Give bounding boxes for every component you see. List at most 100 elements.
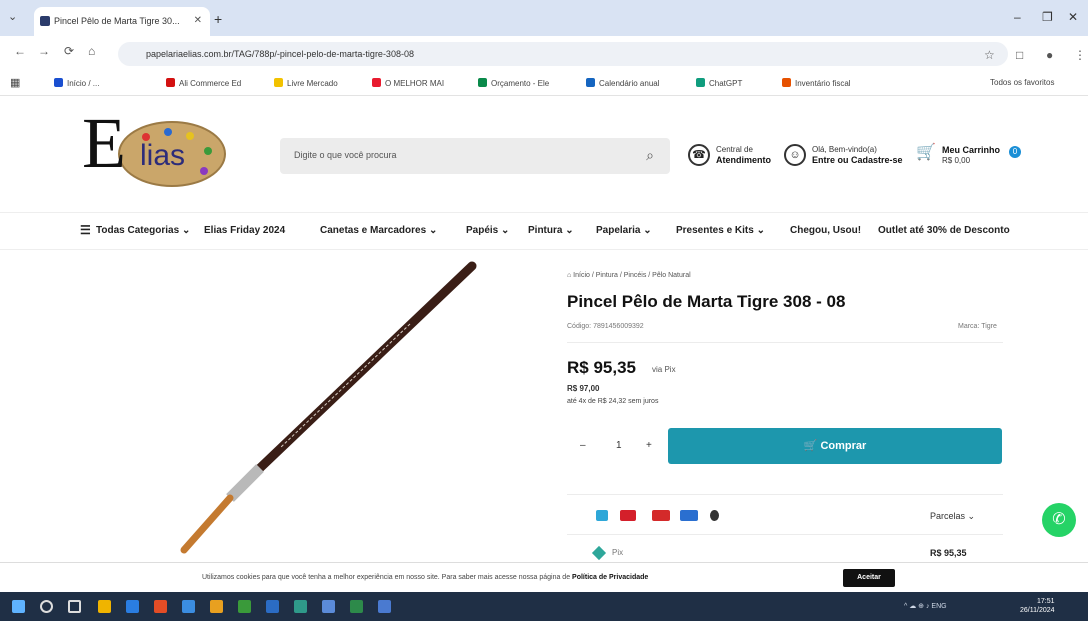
chrome-icon[interactable]: [238, 600, 251, 613]
privacy-policy-link[interactable]: Política de Privacidade: [572, 574, 648, 581]
cart-icon[interactable]: 🛒: [916, 142, 936, 162]
bookmark-item[interactable]: Início / ...: [54, 78, 99, 88]
product-code: Código: 7891456009392: [567, 323, 644, 330]
new-tab-button[interactable]: +: [214, 11, 222, 27]
extensions-icon[interactable]: □: [1016, 48, 1023, 62]
bookmark-star-icon[interactable]: ☆: [984, 48, 995, 62]
search-placeholder: Digite o que você procura: [294, 150, 397, 160]
bookmark-item[interactable]: Ali Commerce Ed: [166, 78, 241, 88]
cart-count-badge: 0: [1009, 146, 1021, 158]
product-image[interactable]: [160, 258, 500, 562]
breadcrumb[interactable]: ⌂ Início / Pintura / Pincéis / Pêlo Natu…: [567, 272, 691, 279]
word-icon[interactable]: [266, 600, 279, 613]
whatsapp-button[interactable]: ✆: [1042, 503, 1076, 537]
cookie-banner: Utilizamos cookies para que você tenha a…: [0, 562, 1088, 592]
search-icon[interactable]: [40, 600, 53, 613]
file-explorer-icon[interactable]: [98, 600, 111, 613]
qty-plus-button[interactable]: +: [646, 440, 652, 451]
store-icon[interactable]: [182, 600, 195, 613]
bookmark-item[interactable]: Orçamento - Ele: [478, 78, 549, 88]
browser-menu-icon[interactable]: ⋮: [1074, 48, 1086, 62]
bookmark-icon: [782, 78, 791, 87]
headset-icon[interactable]: ☎: [688, 144, 710, 166]
close-window-button[interactable]: ✕: [1068, 10, 1078, 24]
address-bar[interactable]: papelariaelias.com.br/TAG/788p/-pincel-p…: [118, 42, 1008, 66]
account-link[interactable]: Olá, Bem-vindo(a) Entre ou Cadastre-se: [812, 145, 903, 166]
app-icon[interactable]: [210, 600, 223, 613]
app-icon[interactable]: [378, 600, 391, 613]
tab-search-icon[interactable]: ⌄: [8, 10, 17, 23]
bookmark-item[interactable]: Livre Mercado: [274, 78, 338, 88]
nav-item-new-arrivals[interactable]: Chegou, Usou!: [790, 225, 861, 236]
bookmark-item[interactable]: O MELHOR MAI: [372, 78, 444, 88]
favicon-icon: [40, 16, 50, 26]
clock[interactable]: 17:51 26/11/2024: [1020, 597, 1055, 615]
brush-illustration: [180, 261, 477, 554]
product-brand[interactable]: Marca: Tigre: [958, 323, 997, 330]
payment-amex-icon: [596, 510, 608, 521]
qty-input[interactable]: 1: [616, 440, 622, 451]
paint-dot: [186, 132, 194, 140]
qty-minus-button[interactable]: –: [580, 440, 586, 451]
nav-item-elias-friday[interactable]: Elias Friday 2024: [204, 225, 285, 236]
profile-icon[interactable]: ●: [1046, 48, 1053, 62]
mail-icon[interactable]: [126, 600, 139, 613]
user-icon[interactable]: ☺: [784, 144, 806, 166]
search-icon[interactable]: ⌕: [646, 147, 654, 164]
tab-title: Pincel Pêlo de Marta Tigre 30...: [54, 16, 180, 26]
payment-elo-icon: [710, 510, 719, 521]
tab-close-icon[interactable]: ✕: [194, 15, 202, 26]
excel-icon[interactable]: [350, 600, 363, 613]
apps-icon[interactable]: ▦: [10, 76, 20, 89]
divider: [567, 494, 1003, 495]
bookmark-icon: [166, 78, 175, 87]
payment-visa-icon: [680, 510, 698, 521]
nav-item-painting[interactable]: Pintura ⌄: [528, 225, 574, 236]
payment-card-icon: [652, 510, 670, 521]
bookmark-icon: [372, 78, 381, 87]
pix-price: R$ 95,35: [930, 548, 967, 558]
app-icon[interactable]: [294, 600, 307, 613]
installments-dropdown[interactable]: Parcelas ⌄: [930, 511, 975, 522]
cookie-accept-button[interactable]: Aceitar: [843, 569, 895, 587]
bookmark-item[interactable]: Calendário anual: [586, 78, 660, 88]
logo-text: lias: [140, 139, 186, 172]
nav-item-all-categories[interactable]: Todas Categorias ⌄: [96, 225, 190, 236]
office-icon[interactable]: [154, 600, 167, 613]
buy-button[interactable]: 🛒 Comprar: [668, 428, 1002, 464]
forward-button[interactable]: →: [38, 44, 50, 58]
search-input[interactable]: Digite o que você procura ⌕: [280, 138, 670, 174]
price-unit: via Pix: [652, 365, 676, 374]
start-icon[interactable]: [12, 600, 25, 613]
nav-item-stationery[interactable]: Papelaria ⌄: [596, 225, 652, 236]
back-button[interactable]: ←: [14, 44, 26, 58]
bookmark-item[interactable]: Inventário fiscal: [782, 78, 851, 88]
bookmark-icon: [478, 78, 487, 87]
nav-item-pens-markers[interactable]: Canetas e Marcadores ⌄: [320, 225, 437, 236]
bookmark-icon: [54, 78, 63, 87]
app-icon[interactable]: [322, 600, 335, 613]
system-tray[interactable]: ^ ☁ ⊕ ♪ ENG: [904, 602, 947, 610]
cart-link[interactable]: Meu Carrinho R$ 0,00: [942, 145, 1000, 166]
bookmark-icon: [696, 78, 705, 87]
menu-grid-icon[interactable]: ☰: [80, 223, 91, 237]
tab-active[interactable]: Pincel Pêlo de Marta Tigre 30... ✕: [34, 7, 210, 36]
nav-item-papers[interactable]: Papéis ⌄: [466, 225, 509, 236]
nav-item-gifts-kits[interactable]: Presentes e Kits ⌄: [676, 225, 765, 236]
pix-icon: [591, 545, 607, 561]
logo-letter: E: [82, 103, 126, 183]
home-button[interactable]: ⌂: [88, 44, 95, 58]
customer-service-link[interactable]: Central de Atendimento: [716, 145, 771, 166]
bookmark-item[interactable]: ChatGPT: [696, 78, 742, 88]
site-logo[interactable]: E lias: [82, 107, 232, 193]
maximize-button[interactable]: ❐: [1042, 10, 1053, 24]
minimize-button[interactable]: –: [1014, 10, 1021, 24]
nav-item-outlet[interactable]: Outlet até 30% de Desconto: [878, 225, 1010, 236]
reload-button[interactable]: ⟳: [64, 44, 74, 58]
paint-dot: [164, 128, 172, 136]
divider: [567, 534, 1003, 535]
paint-dot: [204, 147, 212, 155]
installments-text: até 4x de R$ 24,32 sem juros: [567, 398, 659, 405]
all-bookmarks[interactable]: Todos os favoritos: [990, 78, 1054, 87]
task-view-icon[interactable]: [68, 600, 81, 613]
